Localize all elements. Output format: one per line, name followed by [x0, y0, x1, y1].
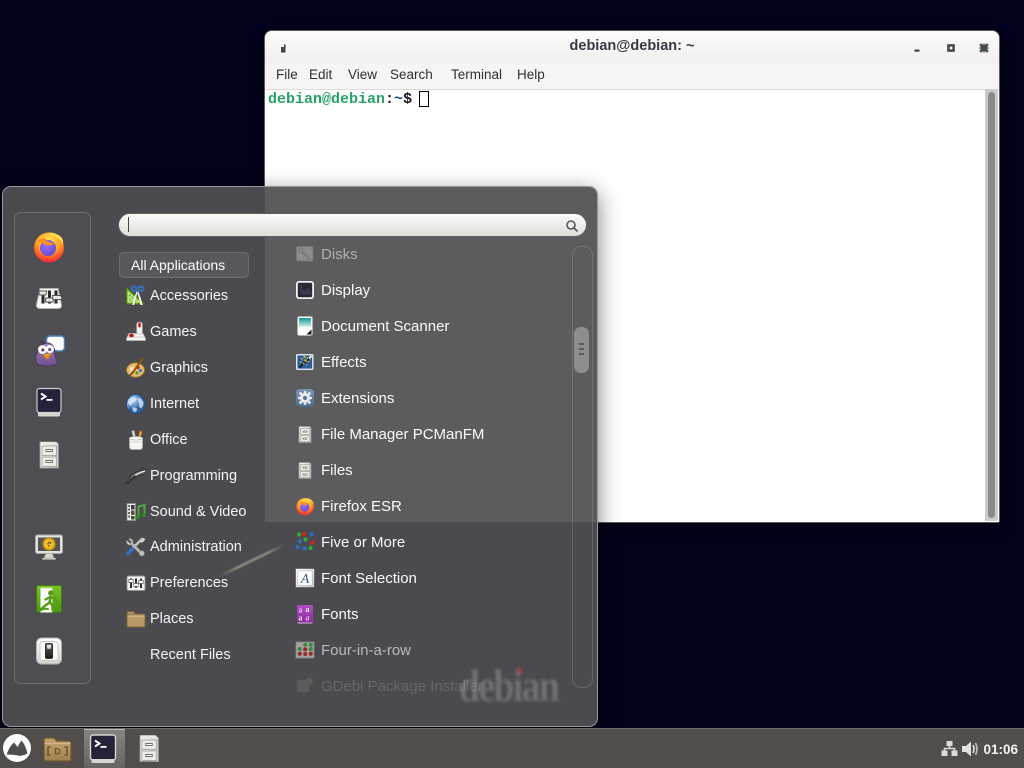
svg-text:a: a — [299, 614, 303, 623]
svg-text:A: A — [300, 572, 310, 587]
svg-text:a: a — [306, 614, 310, 623]
svg-text:D: D — [54, 747, 61, 757]
